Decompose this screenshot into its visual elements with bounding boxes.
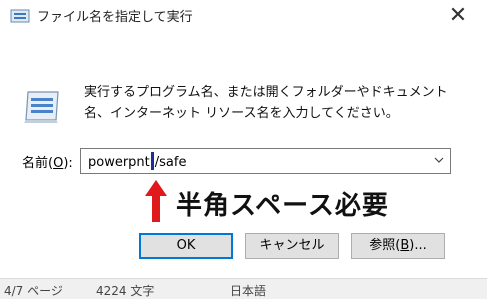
title-bar: ファイル名を指定して実行 ✕: [0, 0, 487, 30]
annotation-text: 半角スペース必要: [176, 191, 389, 221]
status-language: 日本語: [230, 284, 267, 298]
cancel-button[interactable]: キャンセル: [245, 233, 339, 259]
name-combobox[interactable]: powerpnt/safe: [80, 148, 451, 174]
name-input-value[interactable]: powerpnt/safe: [88, 152, 186, 170]
run-icon: [10, 9, 30, 23]
run-dialog: ファイル名を指定して実行 ✕ 実行するプログラム名、または開くフォルダーやドキュ…: [0, 0, 487, 279]
ok-button[interactable]: OK: [139, 233, 233, 259]
close-button[interactable]: ✕: [443, 4, 473, 28]
run-icon: [24, 91, 59, 123]
status-word-count: 4224 文字: [96, 284, 155, 298]
chevron-down-icon[interactable]: [434, 155, 444, 165]
up-arrow-icon: [145, 180, 167, 222]
status-page-count: 4/7 ページ: [4, 284, 63, 298]
text-caret: [150, 152, 154, 170]
window-title: ファイル名を指定して実行: [37, 10, 193, 25]
browse-button[interactable]: 参照(B)...: [351, 233, 445, 259]
name-label: 名前(O):: [22, 156, 73, 171]
description-text: 実行するプログラム名、または開くフォルダーやドキュメント名、インターネット リソ…: [84, 85, 448, 121]
status-bar: 4/7 ページ 4224 文字 日本語: [0, 280, 487, 299]
